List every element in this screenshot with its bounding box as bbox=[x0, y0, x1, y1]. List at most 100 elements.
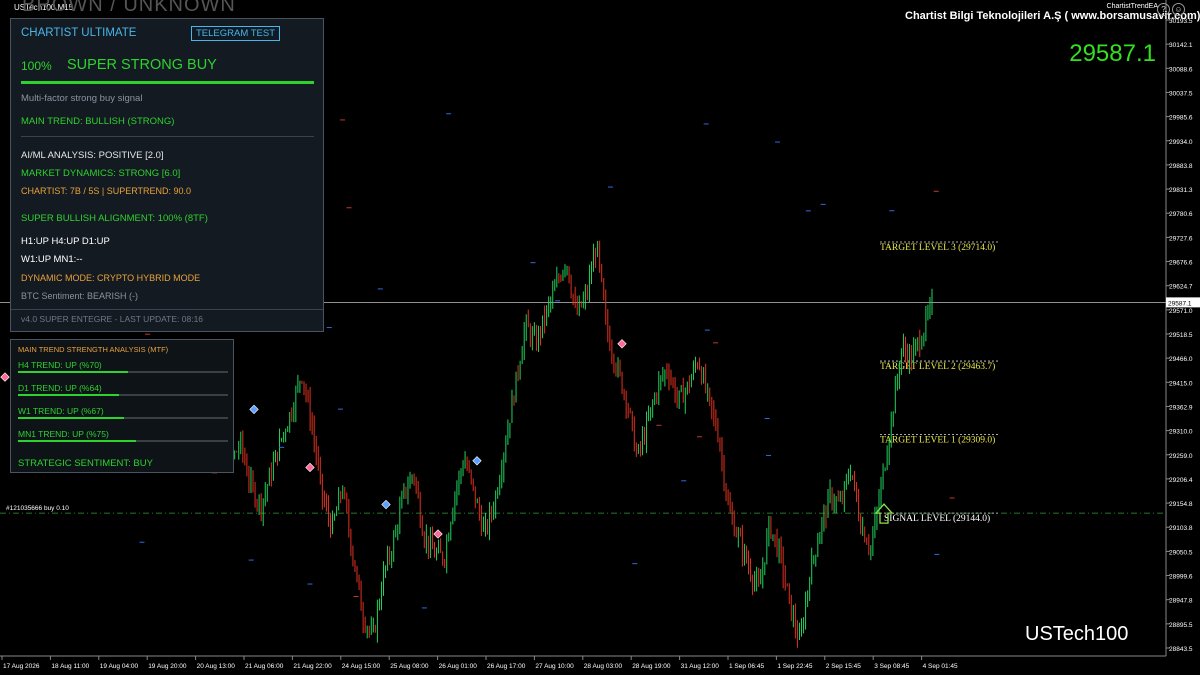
timeframe-line-1: H1:UP H4:UP D1:UP bbox=[21, 236, 110, 247]
current-price-marker-label: 29587.1 bbox=[1168, 300, 1192, 307]
level-label: SIGNAL LEVEL (29144.0) bbox=[884, 513, 990, 524]
btc-sentiment: BTC Sentiment: BEARISH (-) bbox=[21, 291, 139, 301]
time-tick-label: 21 Aug 06:00 bbox=[245, 663, 284, 670]
mtf-bar-d1 bbox=[18, 394, 228, 396]
order-line-label: #121035666 buy 0.10 bbox=[6, 505, 69, 512]
level-label: TARGET LEVEL 1 (29309.0) bbox=[880, 435, 995, 446]
price-tick-label: 30037.5 bbox=[1169, 90, 1193, 97]
price-tick-label: 29985.6 bbox=[1169, 115, 1193, 122]
chartist-dashboard-panel: CHARTIST ULTIMATE TELEGRAM TEST 100% SUP… bbox=[10, 18, 324, 332]
level-label: TARGET LEVEL 3 (29714.0) bbox=[880, 242, 995, 253]
panel-title: CHARTIST ULTIMATE bbox=[21, 27, 137, 39]
market-dynamics: MARKET DYNAMICS: STRONG [6.0] bbox=[21, 168, 181, 179]
mtf-row-w1: W1 TREND: UP (%67) bbox=[18, 406, 104, 416]
mtf-bar-d1-fill bbox=[18, 394, 119, 396]
price-tick-label: 29310.0 bbox=[1169, 429, 1193, 436]
price-tick-label: 29934.0 bbox=[1169, 139, 1193, 146]
price-tick-label: 28895.5 bbox=[1169, 622, 1193, 629]
panel-divider bbox=[21, 136, 314, 137]
main-trend-text: MAIN TREND: BULLISH (STRONG) bbox=[21, 116, 175, 127]
trade-marker bbox=[249, 404, 259, 415]
price-tick-label: 29154.8 bbox=[1169, 501, 1193, 508]
price-tick-label: 29466.0 bbox=[1169, 356, 1193, 363]
price-tick-label: 29103.8 bbox=[1169, 525, 1193, 532]
mtf-bar-h4 bbox=[18, 371, 228, 373]
signal-progress-fill bbox=[21, 81, 314, 84]
mtf-bar-w1-fill bbox=[18, 417, 124, 419]
time-tick-label: 31 Aug 12:00 bbox=[681, 663, 720, 670]
price-tick-label: 29206.4 bbox=[1169, 477, 1193, 484]
time-tick-label: 21 Aug 22:00 bbox=[293, 663, 332, 670]
price-tick-label: 28999.6 bbox=[1169, 574, 1193, 581]
mtf-strength-panel: MAIN TREND STRENGTH ANALYSIS (MTF) H4 TR… bbox=[10, 339, 234, 473]
price-tick-label: 29676.6 bbox=[1169, 260, 1193, 267]
expert-advisor-name: ChartistTrendEA bbox=[1106, 3, 1158, 10]
price-tick-label: 29780.6 bbox=[1169, 211, 1193, 218]
time-tick-label: 3 Sep 08:45 bbox=[874, 663, 909, 670]
ea-control-icons[interactable]: ? ☺ bbox=[1157, 3, 1185, 16]
telegram-test-button[interactable]: TELEGRAM TEST bbox=[191, 26, 281, 41]
level-label: TARGET LEVEL 2 (29463.7) bbox=[880, 361, 995, 372]
signal-subtitle: Multi-factor strong buy signal bbox=[21, 93, 143, 104]
bullish-alignment: SUPER BULLISH ALIGNMENT: 100% (8TF) bbox=[21, 213, 208, 224]
price-tick-label: 29571.0 bbox=[1169, 308, 1193, 315]
signal-label: SUPER STRONG BUY bbox=[67, 57, 217, 73]
price-tick-label: 28947.8 bbox=[1169, 598, 1193, 605]
time-tick-label: 27 Aug 10:00 bbox=[535, 663, 574, 670]
trade-marker bbox=[617, 339, 627, 349]
price-tick-label: 30088.6 bbox=[1169, 66, 1193, 73]
mtf-bar-h4-fill bbox=[18, 371, 129, 373]
panel-footer: v4.0 SUPER ENTEGRE - LAST UPDATE: 08:16 bbox=[21, 314, 204, 324]
price-tick-label: 30142.1 bbox=[1169, 42, 1193, 49]
time-tick-label: 26 Aug 17:00 bbox=[487, 663, 526, 670]
price-tick-label: 29883.8 bbox=[1169, 163, 1193, 170]
time-tick-label: 20 Aug 13:00 bbox=[197, 663, 236, 670]
signal-progress-track bbox=[21, 81, 314, 84]
mtf-row-mn1: MN1 TREND: UP (%75) bbox=[18, 429, 109, 439]
mtf-title: MAIN TREND STRENGTH ANALYSIS (MTF) bbox=[18, 345, 169, 354]
trade-marker bbox=[305, 462, 315, 473]
trade-marker bbox=[472, 456, 482, 466]
trade-marker bbox=[433, 529, 443, 539]
time-tick-label: 19 Aug 20:00 bbox=[148, 663, 187, 670]
time-tick-label: 17 Aug 2026 bbox=[3, 663, 40, 670]
signal-percent: 100% bbox=[21, 59, 52, 73]
time-tick-label: 25 Aug 08:00 bbox=[390, 663, 429, 670]
mtf-row-d1: D1 TREND: UP (%64) bbox=[18, 383, 102, 393]
trade-marker bbox=[0, 372, 10, 382]
ai-ml-analysis: AI/ML ANALYSIS: POSITIVE [2.0] bbox=[21, 150, 164, 161]
mtf-bar-w1 bbox=[18, 417, 228, 419]
smiley-icon[interactable]: ☺ bbox=[1172, 3, 1185, 16]
time-tick-label: 28 Aug 19:00 bbox=[632, 663, 671, 670]
time-tick-label: 18 Aug 11:00 bbox=[51, 663, 89, 670]
time-tick-label: 2 Sep 15:45 bbox=[826, 663, 861, 670]
mtf-bar-mn1 bbox=[18, 440, 228, 442]
panel-footer-divider bbox=[11, 309, 323, 310]
help-icon[interactable]: ? bbox=[1157, 3, 1170, 16]
current-price-display: 29587.1 bbox=[1069, 40, 1156, 67]
price-tick-label: 29362.9 bbox=[1169, 404, 1193, 411]
price-tick-label: 28843.5 bbox=[1169, 646, 1193, 653]
price-tick-label: 29518.5 bbox=[1169, 332, 1193, 339]
time-tick-label: 4 Sep 01:45 bbox=[923, 663, 958, 670]
price-tick-label: 29050.5 bbox=[1169, 549, 1193, 556]
time-tick-label: 24 Aug 15:00 bbox=[342, 663, 381, 670]
dynamic-mode: DYNAMIC MODE: CRYPTO HYBRID MODE bbox=[21, 273, 201, 283]
price-tick-label: 29727.6 bbox=[1169, 235, 1193, 242]
ghost-background-text: BROWN / UNKNOWN bbox=[22, 0, 236, 16]
mtf-row-h4: H4 TREND: UP (%70) bbox=[18, 360, 102, 370]
time-tick-label: 1 Sep 06:45 bbox=[729, 663, 764, 670]
chartist-supertrend: CHARTIST: 7B / 5S | SUPERTREND: 90.0 bbox=[21, 186, 192, 196]
copyright-text: Chartist Bilgi Teknolojileri A.Ş ( www.b… bbox=[905, 10, 1200, 22]
trade-marker bbox=[381, 499, 391, 510]
strategic-sentiment: STRATEGIC SENTIMENT: BUY bbox=[18, 458, 153, 469]
price-tick-label: 29415.0 bbox=[1169, 380, 1193, 387]
symbol-watermark: USTech100 bbox=[1025, 623, 1129, 645]
price-tick-label: 29259.0 bbox=[1169, 453, 1193, 460]
mtf-bar-mn1-fill bbox=[18, 440, 137, 442]
price-tick-label: 29831.3 bbox=[1169, 187, 1193, 194]
time-tick-label: 1 Sep 22:45 bbox=[777, 663, 812, 670]
price-tick-label: 29624.7 bbox=[1169, 284, 1193, 291]
time-tick-label: 28 Aug 03:00 bbox=[584, 663, 623, 670]
timeframe-line-2: W1:UP MN1:-- bbox=[21, 254, 83, 265]
